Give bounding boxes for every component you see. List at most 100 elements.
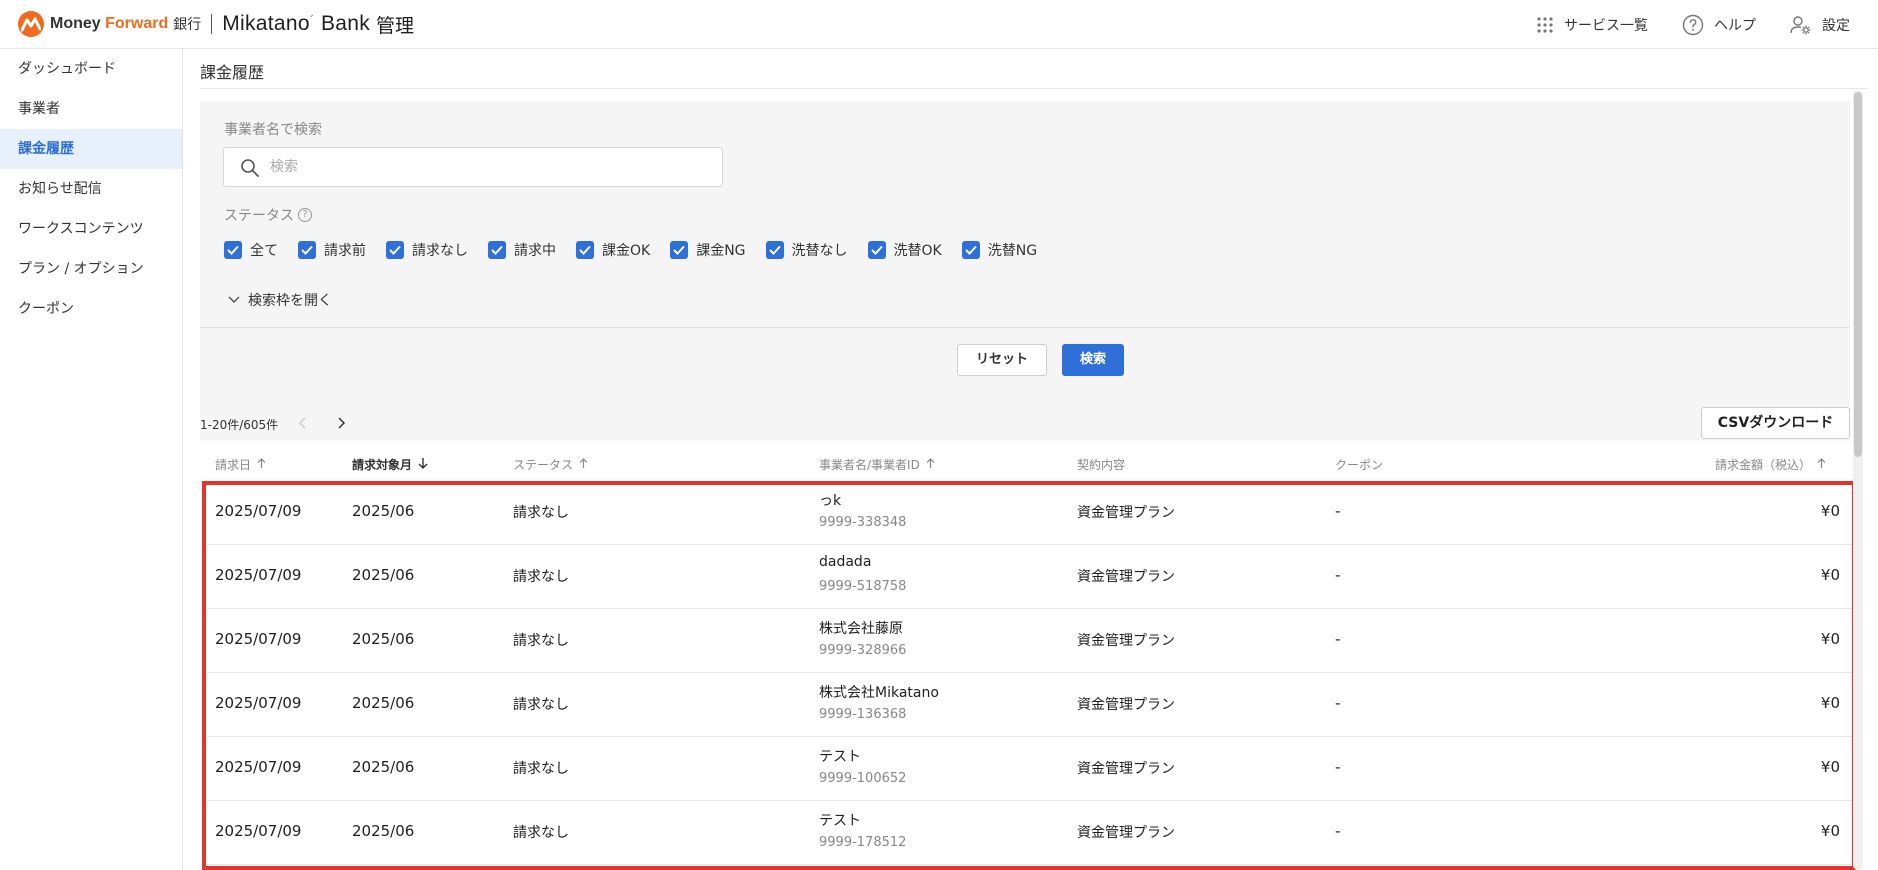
sidebar-item-businesses[interactable]: 事業者	[0, 89, 182, 129]
col-header-label: 請求日	[215, 458, 252, 472]
main-content: 課金履歴 事業者名で検索 ステータス ? 全て請求前請求なし請求中課金OK課金N…	[184, 49, 1878, 870]
col-header-billing-date[interactable]: 請求日	[215, 456, 266, 473]
table-body: 2025/07/09 2025/06 請求なし っk 資金管理プラン - 9999-3383…	[204, 481, 1860, 870]
expand-search-label: 検索枠を開く	[248, 293, 332, 309]
cell-business-name[interactable]: テスト	[819, 810, 861, 830]
checkbox-checked-icon[interactable]	[867, 241, 886, 259]
reset-button[interactable]: リセット	[957, 344, 1047, 376]
status-checkbox[interactable]: 課金OK	[576, 240, 650, 260]
cell-business-id: 9999-136368	[819, 707, 907, 722]
sidebar-item-plans-options[interactable]: プラン / オプション	[0, 249, 182, 289]
expand-search-toggle[interactable]: 検索枠を開く	[228, 290, 332, 310]
help-label: ヘルプ	[1714, 17, 1756, 34]
cell-amount: ¥0	[1820, 502, 1840, 520]
status-checkbox-label: 全て	[250, 243, 278, 259]
cell-coupon: -	[1335, 502, 1341, 520]
cell-status: 請求なし	[513, 505, 569, 521]
sidebar-item-billing-history[interactable]: 課金履歴	[0, 129, 182, 169]
header-nav: サービス一覧 ヘルプ 設定	[1536, 0, 1850, 49]
checkbox-checked-icon[interactable]	[488, 241, 506, 259]
help-icon	[1682, 14, 1704, 36]
cell-business-name[interactable]: 株式会社藤原	[819, 618, 903, 638]
checkbox-checked-icon[interactable]	[224, 241, 242, 259]
cell-coupon: -	[1335, 566, 1341, 584]
status-checkbox[interactable]: 洗替NG	[961, 240, 1037, 260]
col-header-target-month[interactable]: 請求対象月	[352, 456, 428, 473]
status-checkbox[interactable]: 課金NG	[670, 240, 746, 260]
sidebar-item-dashboard[interactable]: ダッシュボード	[0, 49, 182, 89]
scrollbar-thumb[interactable]	[1854, 92, 1862, 457]
cell-target-month: 2025/06	[352, 502, 415, 520]
checkbox-checked-icon[interactable]	[386, 241, 404, 259]
status-checkbox[interactable]: 請求前	[298, 240, 366, 260]
table-row[interactable]: 2025/07/09 2025/06 請求なし 株式会社藤原 資金管理プラン - 9999-…	[204, 609, 1854, 673]
checkbox-checked-icon[interactable]	[670, 241, 689, 259]
prev-page-icon[interactable]	[298, 417, 306, 432]
cell-amount: ¥0	[1820, 758, 1840, 776]
status-checkbox-label: 請求中	[514, 243, 556, 259]
table-row[interactable]: 2025/07/09 2025/06 請求なし テスト 資金管理プラン - 9999-178…	[204, 801, 1854, 865]
cell-business-name[interactable]: テスト	[819, 746, 861, 766]
settings-button[interactable]: 設定	[1790, 15, 1850, 35]
settings-label: 設定	[1822, 17, 1850, 34]
status-checkbox[interactable]: 洗替OK	[867, 240, 942, 260]
cell-contract: 資金管理プラン	[1077, 761, 1175, 777]
checkbox-checked-icon[interactable]	[576, 241, 594, 259]
status-filter-label: ステータス ?	[224, 205, 312, 225]
table-row[interactable]: 2025/07/09 2025/06 請求なし 株式会社Mikatano 資金管理プラン…	[204, 673, 1854, 737]
cell-business-name[interactable]: dadada	[819, 554, 871, 570]
table-row[interactable]: 2025/07/09 2025/06 請求なし っk 資金管理プラン - 9999-3383…	[204, 481, 1854, 545]
status-filter-label-text: ステータス	[224, 208, 294, 224]
brand-logo[interactable]: Money Forward 銀行 Mikatano´ Bank 管理	[18, 0, 414, 49]
cell-business-name[interactable]: っk	[819, 490, 841, 510]
cell-business-name[interactable]: 株式会社Mikatano	[819, 682, 939, 702]
sidebar-item-coupons[interactable]: クーポン	[0, 289, 182, 329]
status-checkbox[interactable]: 請求なし	[386, 240, 468, 260]
sidebar-item-works-contents[interactable]: ワークスコンテンツ	[0, 209, 182, 249]
help-button[interactable]: ヘルプ	[1682, 14, 1756, 36]
status-checkbox[interactable]: 請求中	[488, 240, 556, 260]
status-help-icon[interactable]: ?	[298, 208, 312, 222]
sidebar: ダッシュボード 事業者 課金履歴 お知らせ配信 ワークスコンテンツ プラン / …	[0, 49, 183, 870]
col-header-status[interactable]: ステータス	[513, 456, 588, 473]
services-menu-button[interactable]: サービス一覧	[1536, 15, 1648, 35]
cell-coupon: -	[1335, 630, 1341, 648]
money-forward-logo-icon	[18, 11, 44, 37]
cell-billing-date: 2025/07/09	[215, 694, 302, 712]
col-header-label: 契約内容	[1077, 458, 1126, 472]
col-header-label: クーポン	[1335, 458, 1384, 472]
checkbox-checked-icon[interactable]	[298, 241, 316, 259]
col-header-coupon: クーポン	[1335, 456, 1383, 473]
sidebar-item-notifications[interactable]: お知らせ配信	[0, 169, 182, 209]
checkbox-checked-icon[interactable]	[765, 241, 784, 259]
arrow-up-icon	[1817, 457, 1826, 472]
app-name: Mikatano´ Bank	[222, 12, 370, 36]
cell-target-month: 2025/06	[352, 694, 415, 712]
cell-coupon: -	[1335, 758, 1341, 776]
status-checkbox[interactable]: 全て	[224, 240, 278, 260]
col-header-business[interactable]: 事業者名/事業者ID	[819, 456, 935, 473]
search-button[interactable]: 検索	[1062, 344, 1124, 376]
title-divider	[200, 88, 1868, 89]
brand-money-forward: Money Forward	[50, 15, 168, 33]
table-row[interactable]: 2025/07/09 2025/06 請求なし テスト 資金管理プラン - 9999-100…	[204, 737, 1854, 801]
cell-target-month: 2025/06	[352, 630, 415, 648]
cell-business-id: 9999-338348	[819, 515, 907, 530]
business-search-field[interactable]	[223, 147, 723, 187]
cell-contract: 資金管理プラン	[1077, 697, 1175, 713]
cell-billing-date: 2025/07/09	[215, 566, 302, 584]
cell-contract: 資金管理プラン	[1077, 825, 1175, 841]
col-header-label: 事業者名/事業者ID	[819, 458, 920, 472]
app-name-bank: Bank	[314, 12, 371, 35]
cell-billing-date: 2025/07/09	[215, 822, 302, 840]
status-checkbox-label: 課金NG	[696, 243, 746, 259]
next-page-icon[interactable]	[338, 417, 346, 432]
cell-contract: 資金管理プラン	[1077, 569, 1175, 585]
status-checkbox[interactable]: 洗替なし	[765, 240, 848, 260]
business-search-label: 事業者名で検索	[224, 122, 322, 138]
business-search-input[interactable]	[270, 156, 710, 178]
checkbox-checked-icon[interactable]	[961, 241, 980, 259]
csv-download-button[interactable]: CSVダウンロード	[1701, 407, 1850, 439]
col-header-amount[interactable]: 請求金額（税込）	[1715, 456, 1826, 473]
table-row[interactable]: 2025/07/09 2025/06 請求なし dadada 資金管理プラン - 9999-…	[204, 545, 1854, 609]
